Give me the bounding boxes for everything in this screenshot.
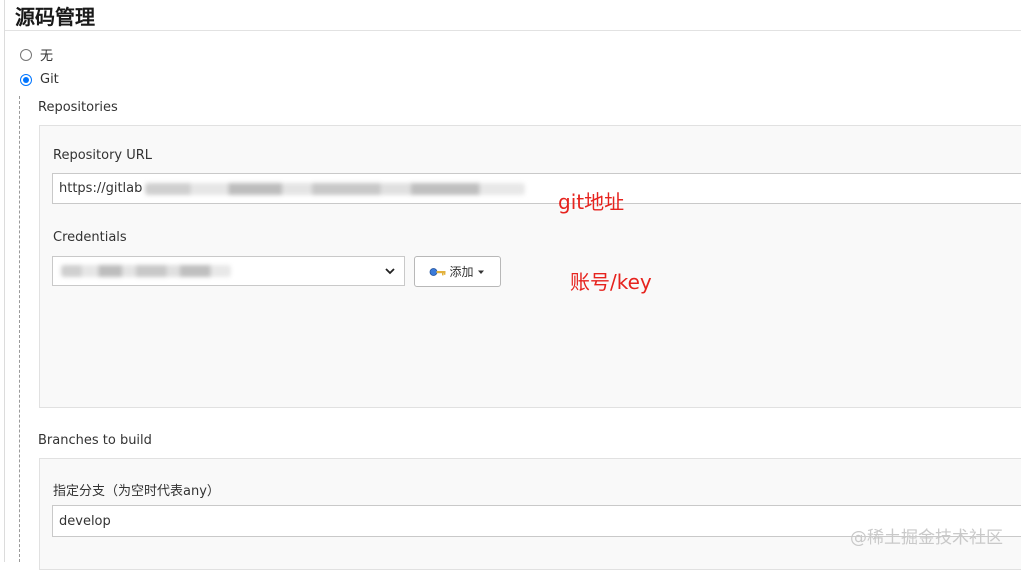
branches-heading: Branches to build — [38, 433, 152, 448]
url-annotation: git地址 — [558, 190, 625, 214]
credentials-annotation: 账号/key — [570, 270, 652, 294]
redacted-url — [145, 182, 526, 195]
credentials-select[interactable] — [52, 256, 405, 286]
redacted-credential — [61, 265, 231, 277]
repository-url-value: https://gitlab — [59, 181, 143, 196]
branch-specifier-label: 指定分支（为空时代表any） — [53, 484, 220, 499]
scm-option-none-label: 无 — [40, 49, 54, 64]
scm-option-git[interactable]: Git — [20, 72, 59, 87]
scm-option-none[interactable]: 无 — [20, 45, 53, 64]
scm-option-git-label: Git — [40, 72, 59, 87]
chevron-down-icon — [385, 268, 395, 275]
title-divider — [5, 30, 1021, 31]
git-config-guide-line — [19, 96, 20, 562]
radio-none[interactable] — [20, 48, 32, 61]
section-title: 源码管理 — [15, 5, 95, 29]
add-credentials-button[interactable]: 添加 — [414, 256, 501, 287]
repository-url-input[interactable]: https://gitlab — [52, 173, 1021, 204]
branch-specifier-value: develop — [59, 513, 111, 529]
radio-git[interactable] — [20, 73, 32, 86]
watermark: @稀土掘金技术社区 — [850, 528, 1003, 548]
left-border — [4, 0, 5, 562]
add-button-label: 添加 — [449, 265, 474, 279]
credentials-label: Credentials — [53, 230, 127, 245]
repository-url-label: Repository URL — [53, 148, 153, 163]
repositories-heading: Repositories — [38, 100, 118, 115]
key-icon — [430, 267, 446, 276]
caret-down-icon — [477, 270, 484, 274]
